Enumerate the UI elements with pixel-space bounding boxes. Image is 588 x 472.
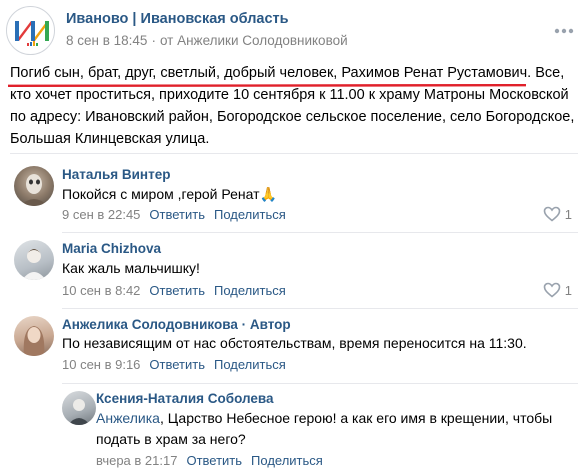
comment-date[interactable]: вчера в 21:17 [96,453,177,468]
comment-meta: 9 сен в 22:45 Ответить Поделиться [62,207,286,222]
comment-meta: 10 сен в 9:16 Ответить Поделиться [62,357,286,372]
comment-meta: вчера в 21:17 Ответить Поделиться [96,453,323,468]
comment-author[interactable]: Анжелика Солодовникова · Автор [62,317,291,332]
like-button[interactable]: 1 [543,206,572,222]
post-text-highlight: Погиб сын, брат, друг, светлый, добрый ч… [10,65,532,81]
post-divider [10,153,578,154]
comment-text: Как жаль мальчишку! [62,260,200,276]
red-underline-annotation [8,84,526,87]
comment-date[interactable]: 10 сен в 8:42 [62,283,140,298]
comment-divider [62,308,578,309]
avatar-photo-icon [23,326,45,356]
comment-meta: 10 сен в 8:42 Ответить Поделиться [62,283,286,298]
reply-comment: Ксения-Наталия Соболева Анжелика, Царств… [0,388,588,472]
reply-button[interactable]: Ответить [149,357,205,372]
avatar[interactable] [14,166,54,206]
post-header: Иваново | Ивановская область 8 сен в 18:… [0,0,588,60]
more-options-icon[interactable] [554,28,574,34]
like-button[interactable]: 1 [543,282,572,298]
pray-emoji-icon: 🙏 [259,186,277,202]
post-date[interactable]: 8 сен в 18:45 [66,33,147,48]
avatar[interactable] [62,391,96,425]
comment-divider [62,383,578,384]
reply-button[interactable]: Ответить [186,453,242,468]
comment: Maria Chizhova Как жаль мальчишку! 10 се… [0,238,588,310]
avatar-photo-icon [68,399,90,425]
group-logo-icon [15,21,49,46]
mention-link[interactable]: Анжелика [96,410,160,426]
share-button[interactable]: Поделиться [214,283,286,298]
reply-button[interactable]: Ответить [149,207,205,222]
post-meta: 8 сен в 18:45 · от Анжелики Солодовниковой [66,33,348,48]
like-count: 1 [564,282,572,298]
post-author: от Анжелики Солодовниковой [159,33,348,48]
heart-icon [543,282,561,298]
comment-text: Покойся с миром ,герой Ренат🙏 [62,186,277,202]
avatar-photo-icon [22,249,46,280]
meta-separator: · [151,33,156,48]
comment-text: По независящим от нас обстоятельствам, в… [62,335,527,351]
reply-button[interactable]: Ответить [149,283,205,298]
comment-text: Анжелика, Царство Небесное герою! а как … [96,410,553,447]
post-text: Погиб сын, брат, друг, светлый, добрый ч… [10,62,582,150]
share-button[interactable]: Поделиться [251,453,323,468]
comment-author[interactable]: Наталья Винтер [62,167,170,182]
group-avatar[interactable] [6,6,55,55]
share-button[interactable]: Поделиться [214,207,286,222]
avatar-photo-icon [20,174,48,206]
heart-icon [543,206,561,222]
group-name-link[interactable]: Иваново | Ивановская область [66,11,289,27]
avatar[interactable] [14,316,54,356]
comment: Наталья Винтер Покойся с миром ,герой Ре… [0,164,588,234]
avatar[interactable] [14,240,54,280]
comment-author[interactable]: Maria Chizhova [62,241,161,256]
comment: Анжелика Солодовникова · Автор По незави… [0,313,588,384]
like-count: 1 [564,206,572,222]
share-button[interactable]: Поделиться [214,357,286,372]
comment-date[interactable]: 9 сен в 22:45 [62,207,140,222]
comment-author[interactable]: Ксения-Наталия Соболева [96,391,274,406]
comment-date[interactable]: 10 сен в 9:16 [62,357,140,372]
comment-divider [62,232,578,233]
